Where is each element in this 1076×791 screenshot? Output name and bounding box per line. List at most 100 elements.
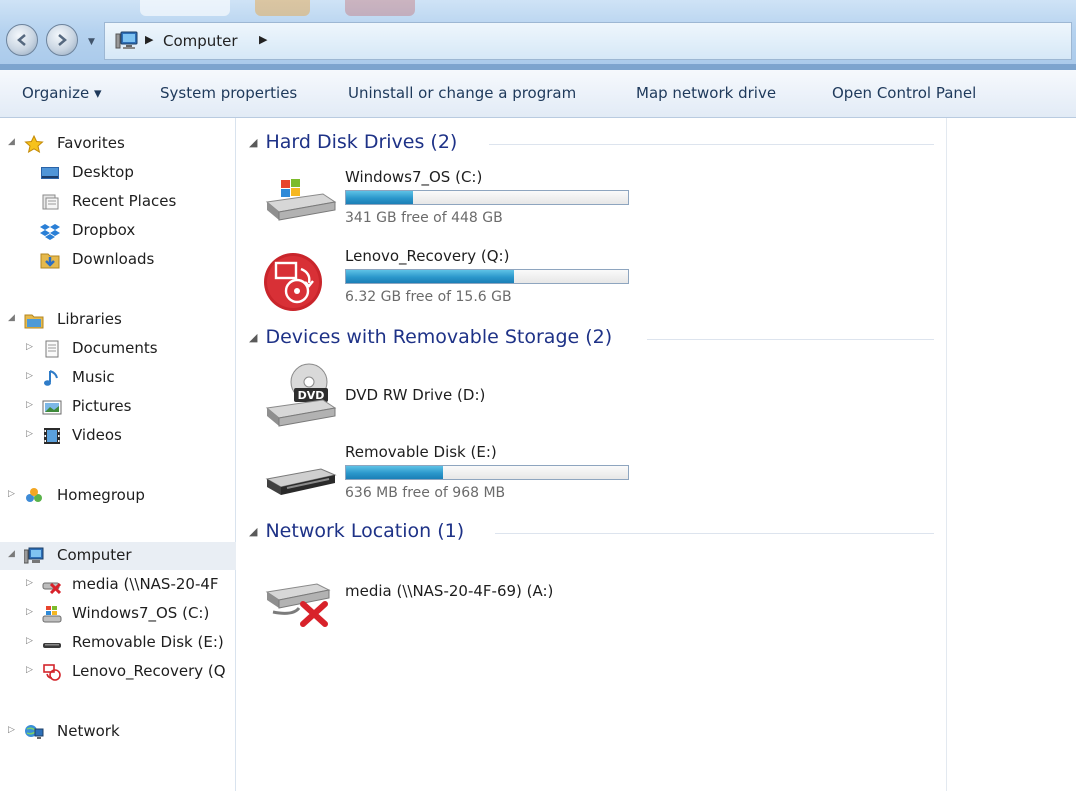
drive-item[interactable]: media (\\NAS-20-4F-69) (A:) bbox=[263, 572, 663, 642]
forward-arrow-icon bbox=[58, 34, 67, 46]
drive-item[interactable]: Lenovo_Recovery (Q:) 6.32 GB free of 15.… bbox=[263, 247, 663, 317]
collapse-arrow-icon[interactable]: ◢ bbox=[8, 313, 15, 323]
expand-arrow-icon[interactable]: ▷ bbox=[26, 342, 33, 352]
usage-bar bbox=[345, 190, 629, 205]
open-control-panel-button[interactable]: Open Control Panel bbox=[832, 84, 976, 102]
drive-item[interactable]: DVD DVD RW Drive (D:) bbox=[263, 362, 663, 432]
uninstall-program-button[interactable]: Uninstall or change a program bbox=[348, 84, 576, 102]
nav-item-removable-disk[interactable]: ▷ Removable Disk (E:) bbox=[0, 629, 236, 657]
nav-label: Dropbox bbox=[72, 221, 136, 239]
dropbox-icon bbox=[40, 224, 60, 240]
homegroup-icon bbox=[26, 488, 42, 502]
usage-bar-fill bbox=[346, 466, 443, 479]
breadcrumb-computer[interactable]: Computer bbox=[163, 32, 238, 50]
navigation-pane: ◢ Favorites Desktop Recent Places Dropbo… bbox=[0, 118, 236, 791]
group-header-hard-disk-drives[interactable]: ◢ Hard Disk Drives (2) bbox=[249, 131, 457, 153]
nav-item-pictures[interactable]: ▷ Pictures bbox=[0, 393, 236, 421]
nav-label: media (\\NAS-20-4F bbox=[72, 575, 219, 593]
recent-places-icon bbox=[42, 194, 59, 210]
usage-bar bbox=[345, 465, 629, 480]
collapse-arrow-icon[interactable]: ◢ bbox=[249, 525, 257, 538]
nav-label: Homegroup bbox=[57, 486, 145, 504]
breadcrumb-arrow-icon[interactable]: ▶ bbox=[145, 33, 153, 46]
nav-label: Computer bbox=[57, 546, 132, 564]
recent-pages-dropdown-icon[interactable]: ▼ bbox=[88, 37, 95, 47]
nav-item-dropbox[interactable]: Dropbox bbox=[0, 217, 236, 245]
system-properties-button[interactable]: System properties bbox=[160, 84, 297, 102]
nav-item-downloads[interactable]: Downloads bbox=[0, 246, 236, 274]
expand-arrow-icon[interactable]: ▷ bbox=[26, 665, 33, 675]
nav-label: Music bbox=[72, 368, 115, 386]
drive-name: Lenovo_Recovery (Q:) bbox=[345, 247, 510, 265]
nav-homegroup[interactable]: ▷ Homegroup bbox=[0, 482, 236, 510]
nav-item-recent-places[interactable]: Recent Places bbox=[0, 188, 236, 216]
recovery-drive-icon bbox=[43, 664, 61, 681]
back-arrow-icon bbox=[17, 34, 26, 46]
collapse-arrow-icon[interactable]: ◢ bbox=[249, 136, 257, 149]
collapse-arrow-icon[interactable]: ◢ bbox=[8, 549, 15, 559]
organize-menu-button[interactable]: Organize ▾ bbox=[22, 84, 102, 102]
group-header-network-location[interactable]: ◢ Network Location (1) bbox=[249, 520, 464, 542]
expand-arrow-icon[interactable]: ▷ bbox=[26, 578, 33, 588]
details-pane-divider bbox=[946, 118, 947, 791]
nav-label: Removable Disk (E:) bbox=[72, 633, 224, 651]
glare bbox=[255, 0, 310, 16]
nav-label: Libraries bbox=[57, 310, 122, 328]
expand-arrow-icon[interactable]: ▷ bbox=[26, 429, 33, 439]
nav-network[interactable]: ▷ Network bbox=[0, 718, 236, 746]
nav-item-documents[interactable]: ▷ Documents bbox=[0, 335, 236, 363]
recovery-drive-icon bbox=[264, 253, 322, 311]
group-header-removable-storage[interactable]: ◢ Devices with Removable Storage (2) bbox=[249, 326, 612, 348]
libraries-icon bbox=[24, 314, 44, 329]
nav-item-music[interactable]: ▷ Music bbox=[0, 364, 236, 392]
nav-item-media-network-drive[interactable]: ▷ media (\\NAS-20-4F bbox=[0, 571, 236, 599]
pictures-icon bbox=[42, 400, 62, 415]
breadcrumb-arrow-icon[interactable]: ▶ bbox=[259, 33, 267, 46]
nav-label: Desktop bbox=[72, 163, 134, 181]
free-space-text: 636 MB free of 968 MB bbox=[345, 485, 506, 501]
expand-arrow-icon[interactable]: ▷ bbox=[8, 725, 15, 735]
nav-item-lenovo-recovery[interactable]: ▷ Lenovo_Recovery (Q bbox=[0, 658, 236, 686]
expand-arrow-icon[interactable]: ▷ bbox=[26, 607, 33, 617]
collapse-arrow-icon[interactable]: ◢ bbox=[249, 331, 257, 344]
nav-item-videos[interactable]: ▷ Videos bbox=[0, 422, 236, 450]
usage-bar-fill bbox=[346, 270, 514, 283]
group-title: Hard Disk Drives (2) bbox=[265, 131, 458, 153]
windows-drive-icon bbox=[265, 179, 337, 221]
forward-button[interactable] bbox=[46, 24, 78, 56]
expand-arrow-icon[interactable]: ▷ bbox=[8, 489, 15, 499]
group-divider bbox=[489, 144, 934, 145]
nav-computer[interactable]: ◢ Computer bbox=[0, 542, 236, 570]
nav-item-windows7-os[interactable]: ▷ Windows7_OS (C:) bbox=[0, 600, 236, 628]
downloads-folder-icon bbox=[40, 253, 60, 269]
drives-view: ◢ Hard Disk Drives (2) Windows7_OS (C:) 3… bbox=[237, 118, 947, 791]
usage-bar-fill bbox=[346, 191, 414, 204]
group-divider bbox=[495, 533, 934, 534]
glare bbox=[140, 0, 230, 16]
map-network-drive-button[interactable]: Map network drive bbox=[636, 84, 776, 102]
nav-favorites[interactable]: ◢ Favorites bbox=[0, 130, 236, 158]
drive-item[interactable]: Windows7_OS (C:) 341 GB free of 448 GB bbox=[263, 168, 663, 238]
back-button[interactable] bbox=[6, 24, 38, 56]
documents-icon bbox=[45, 340, 59, 358]
address-bar[interactable]: ▶ Computer ▶ bbox=[104, 22, 1072, 60]
nav-label: Documents bbox=[72, 339, 158, 357]
music-icon bbox=[44, 370, 58, 386]
nav-item-desktop[interactable]: Desktop bbox=[0, 159, 236, 187]
nav-label: Recent Places bbox=[72, 192, 177, 210]
drive-name: Removable Disk (E:) bbox=[345, 443, 497, 461]
computer-icon bbox=[115, 31, 138, 49]
nav-label: Windows7_OS (C:) bbox=[72, 604, 210, 622]
computer-icon bbox=[24, 547, 44, 564]
windows-drive-icon bbox=[42, 606, 62, 623]
collapse-arrow-icon[interactable]: ◢ bbox=[8, 137, 15, 147]
command-bar: Organize ▾ System properties Uninstall o… bbox=[0, 70, 1076, 118]
nav-libraries[interactable]: ◢ Libraries bbox=[0, 306, 236, 334]
nav-label: Downloads bbox=[72, 250, 155, 268]
expand-arrow-icon[interactable]: ▷ bbox=[26, 371, 33, 381]
drive-item[interactable]: Removable Disk (E:) 636 MB free of 968 M… bbox=[263, 443, 663, 513]
expand-arrow-icon[interactable]: ▷ bbox=[26, 400, 33, 410]
expand-arrow-icon[interactable]: ▷ bbox=[26, 636, 33, 646]
removable-disk-icon bbox=[265, 468, 337, 495]
nav-label: Pictures bbox=[72, 397, 132, 415]
